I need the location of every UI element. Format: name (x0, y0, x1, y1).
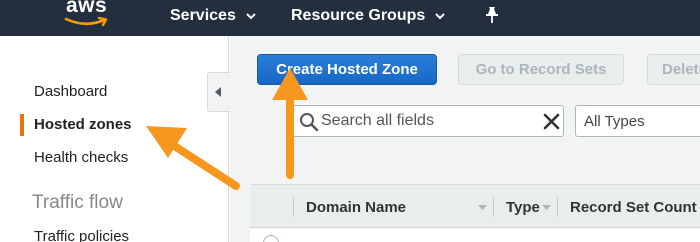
row-select-radio[interactable] (263, 235, 279, 242)
top-nav: aws Services Resource Groups (0, 0, 700, 36)
search-box[interactable] (292, 105, 564, 137)
pin-icon[interactable] (484, 6, 500, 24)
sidebar-item-health-checks[interactable]: Health checks (34, 149, 128, 166)
sort-caret-icon (542, 205, 551, 210)
sidebar: Dashboard Hosted zones Health checks Tra… (0, 36, 229, 242)
resource-groups-menu[interactable]: Resource Groups (291, 5, 445, 27)
resource-groups-label: Resource Groups (291, 7, 426, 24)
column-separator (557, 197, 558, 217)
column-record-set-count[interactable]: Record Set Count (570, 199, 697, 216)
filter-bar: All Types (250, 96, 700, 184)
search-input[interactable] (321, 109, 531, 133)
column-domain-name[interactable]: Domain Name (306, 199, 406, 216)
sort-caret-icon (478, 205, 487, 210)
table-header: Domain Name Type Record Set Count (250, 184, 700, 228)
create-hosted-zone-button[interactable]: Create Hosted Zone (257, 54, 437, 85)
sidebar-item-dashboard[interactable]: Dashboard (34, 83, 107, 100)
go-to-record-sets-button[interactable]: Go to Record Sets (458, 54, 624, 85)
active-indicator (20, 114, 24, 136)
record-type-select[interactable]: All Types (575, 105, 700, 137)
sidebar-section-traffic-flow: Traffic flow (32, 192, 123, 213)
column-separator (493, 197, 494, 217)
table-body (250, 229, 700, 242)
delete-hosted-zone-button[interactable]: Delete Hosted Zone (647, 54, 700, 85)
aws-logo[interactable]: aws (62, 0, 114, 32)
route53-console: aws Services Resource Groups Dashboard H… (0, 0, 700, 242)
caret-down-icon (246, 12, 256, 19)
services-label: Services (170, 7, 236, 24)
main-content: Create Hosted Zone Go to Record Sets Del… (230, 36, 700, 242)
sidebar-item-hosted-zones[interactable]: Hosted zones (34, 116, 132, 133)
aws-smile-icon (64, 16, 108, 27)
caret-down-icon (435, 12, 445, 19)
collapse-arrow-icon (215, 87, 221, 97)
column-separator (293, 197, 294, 217)
clear-icon[interactable] (543, 113, 560, 130)
sidebar-collapse-button[interactable] (207, 72, 230, 112)
services-menu[interactable]: Services (170, 5, 256, 27)
column-type[interactable]: Type (506, 199, 540, 216)
sidebar-item-traffic-policies[interactable]: Traffic policies (34, 228, 129, 242)
search-icon (300, 113, 319, 132)
